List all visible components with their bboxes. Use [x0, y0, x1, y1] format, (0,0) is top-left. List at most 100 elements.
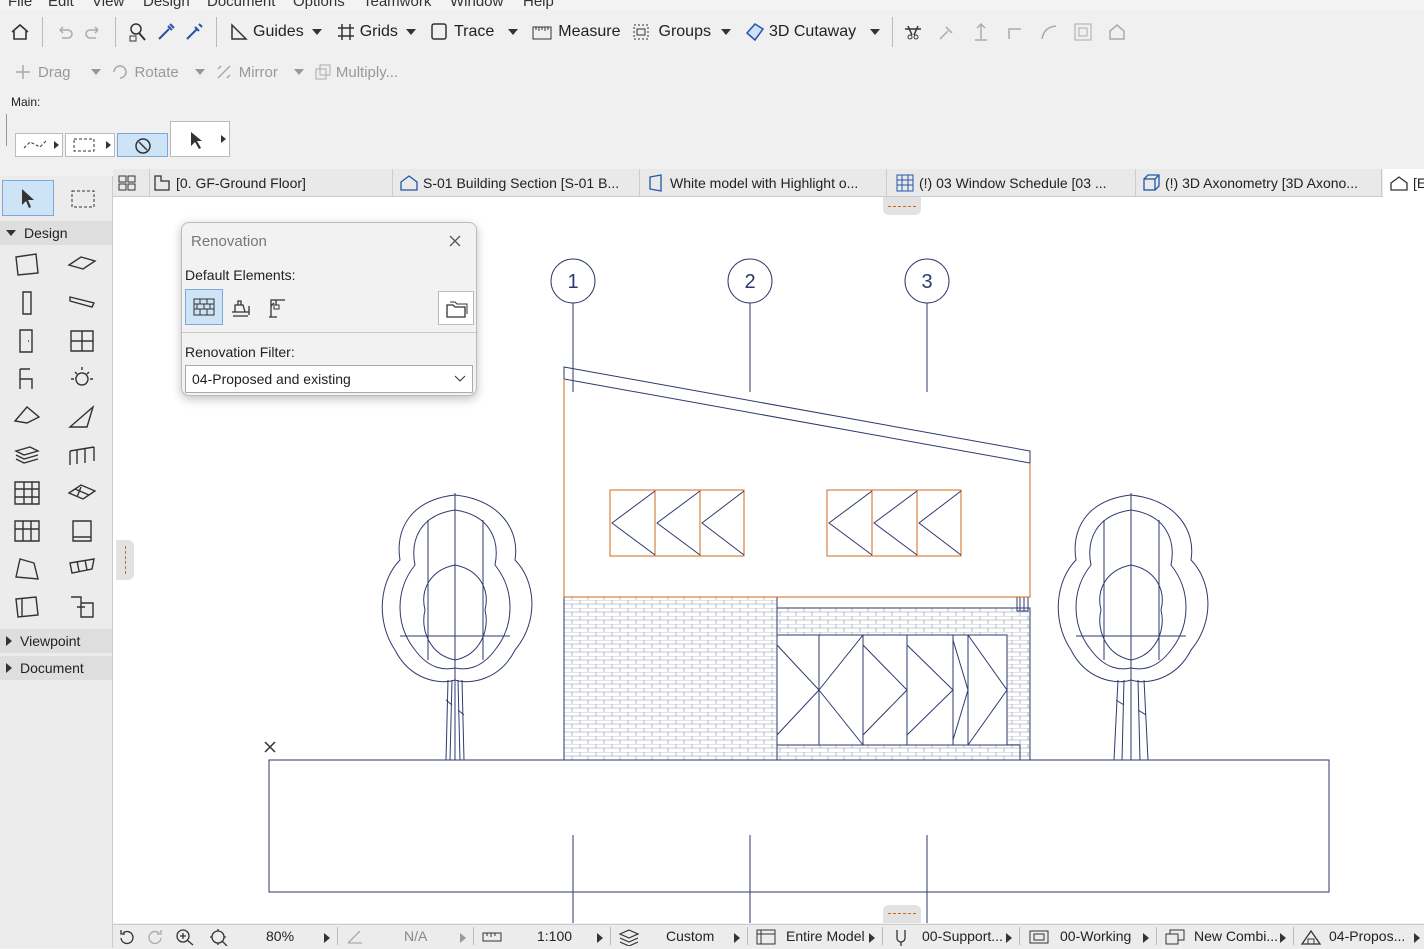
graphic-override-value[interactable]: New Combi... — [1194, 928, 1278, 944]
undo-icon[interactable] — [51, 18, 79, 46]
label-tool[interactable] — [64, 591, 100, 623]
close-icon[interactable] — [447, 233, 463, 249]
angle-arrow-icon[interactable] — [460, 933, 466, 943]
renovation-filter-select[interactable]: 04-Proposed and existing — [185, 365, 473, 393]
door-tool[interactable] — [9, 325, 45, 357]
railing-tool[interactable] — [64, 439, 100, 471]
brick-wall-left[interactable] — [563, 596, 778, 761]
cutaway-label[interactable]: 3D Cutaway — [769, 23, 856, 41]
measure-icon[interactable] — [528, 18, 556, 46]
curtain-wall-tool[interactable] — [9, 477, 45, 509]
side-split-handle[interactable] — [116, 540, 134, 580]
design-section-header[interactable]: Design — [0, 221, 112, 245]
measure-label[interactable]: Measure — [558, 23, 620, 41]
cutaway-dropdown-icon[interactable] — [870, 29, 881, 35]
fillet-icon[interactable] — [1001, 18, 1029, 46]
bottom-split-handle[interactable] — [883, 905, 921, 923]
menu-help[interactable]: Help — [523, 0, 554, 10]
shell-tool[interactable] — [64, 401, 100, 433]
fit-zoom-icon[interactable] — [209, 928, 229, 946]
rotate-dropdown-icon[interactable] — [194, 69, 205, 75]
resize-icon[interactable] — [1069, 18, 1097, 46]
grids-dropdown-icon[interactable] — [405, 29, 416, 35]
roof-slab[interactable] — [563, 366, 1031, 464]
redo-zoom-icon[interactable] — [145, 928, 165, 946]
top-split-handle[interactable] — [883, 197, 921, 215]
multiply-icon[interactable] — [314, 63, 332, 81]
renovation-filter-icon[interactable] — [1300, 928, 1322, 946]
tab-ground-floor[interactable]: [0. GF-Ground Floor] — [146, 169, 393, 196]
guides-dropdown-icon[interactable] — [311, 29, 322, 35]
selection-method-button[interactable] — [15, 133, 63, 157]
stair-tool[interactable] — [9, 439, 45, 471]
morph-tool[interactable] — [9, 553, 45, 585]
groups-dropdown-icon[interactable] — [720, 29, 731, 35]
marquee-tool[interactable] — [60, 184, 106, 214]
menu-options[interactable]: Options — [293, 0, 345, 10]
home-icon[interactable] — [6, 18, 34, 46]
rotate-icon[interactable] — [111, 63, 129, 81]
renovation-arrow-icon[interactable] — [1414, 933, 1420, 943]
adjust-icon[interactable] — [933, 18, 961, 46]
tree-left[interactable] — [381, 493, 533, 761]
pen-set-icon[interactable] — [892, 928, 910, 946]
zoom-value[interactable]: 80% — [266, 928, 294, 944]
renovation-outline[interactable] — [563, 379, 1031, 598]
trace-dropdown-icon[interactable] — [508, 29, 519, 35]
skylight-tool[interactable] — [64, 515, 100, 547]
mirror-dropdown-icon[interactable] — [293, 69, 304, 75]
mirror-label[interactable]: Mirror — [239, 64, 278, 81]
lamp-tool[interactable] — [64, 363, 100, 395]
roof-icon[interactable] — [1103, 18, 1131, 46]
drag-label[interactable]: Drag — [38, 64, 71, 81]
guides-icon[interactable] — [225, 18, 253, 46]
glazed-doors[interactable] — [776, 634, 1021, 761]
object-tool[interactable] — [9, 363, 45, 395]
viewpoint-section-header[interactable]: Viewpoint — [0, 629, 112, 653]
curve-icon[interactable] — [1035, 18, 1063, 46]
model-view-icon[interactable] — [755, 928, 777, 946]
slab-tool[interactable] — [64, 249, 100, 281]
dimension-value[interactable]: 00-Working — [1060, 928, 1131, 944]
groups-label[interactable]: Groups — [659, 23, 711, 41]
menu-design[interactable]: Design — [143, 0, 190, 10]
tab-active-elevation[interactable]: [E — [1383, 169, 1424, 197]
tab-overview[interactable] — [113, 169, 150, 196]
menu-document[interactable]: Document — [207, 0, 275, 10]
cutaway-icon[interactable] — [741, 18, 769, 46]
scale-icon[interactable] — [481, 928, 503, 946]
trace-icon[interactable] — [426, 18, 454, 46]
curtain-frame-tool[interactable] — [64, 553, 100, 585]
tab-window-schedule[interactable]: (!) 03 Window Schedule [03 ... — [889, 169, 1136, 196]
document-section-header[interactable]: Document — [0, 656, 112, 680]
menu-edit[interactable]: Edit — [48, 0, 74, 10]
tab-3d-axonometry[interactable]: (!) 3D Axonometry [3D Axono... — [1135, 169, 1382, 196]
split-icon[interactable] — [899, 18, 927, 46]
model-view-value[interactable]: Entire Model — [786, 928, 865, 944]
arrow-mode-button[interactable] — [170, 121, 230, 157]
zone-tool[interactable] — [9, 515, 45, 547]
rotate-label[interactable]: Rotate — [135, 64, 179, 81]
menu-teamwork[interactable]: Teamwork — [363, 0, 431, 10]
new-elements-button[interactable] — [262, 293, 292, 323]
tree-right[interactable] — [1057, 493, 1209, 761]
existing-elements-button[interactable] — [185, 289, 223, 325]
find-select-icon[interactable] — [124, 18, 152, 46]
demolish-elements-button[interactable] — [226, 293, 256, 323]
arrow-tool[interactable] — [2, 180, 54, 216]
model-view-arrow-icon[interactable] — [869, 933, 875, 943]
multiply-label[interactable]: Multiply... — [336, 64, 398, 81]
layer-arrow-icon[interactable] — [734, 933, 740, 943]
tab-white-model[interactable]: White model with Highlight o... — [640, 169, 887, 196]
layer-combination[interactable]: Custom — [666, 928, 714, 944]
groups-icon[interactable] — [627, 18, 655, 46]
zoom-in-icon[interactable] — [175, 928, 195, 946]
syringe-icon[interactable] — [180, 18, 208, 46]
dimension-icon[interactable] — [1028, 928, 1050, 946]
layers-icon[interactable] — [618, 928, 640, 946]
graphic-override-arrow-icon[interactable] — [1280, 933, 1286, 943]
menu-view[interactable]: View — [92, 0, 124, 10]
drag-dropdown-icon[interactable] — [90, 69, 101, 75]
roof-tool[interactable] — [9, 401, 45, 433]
angle-icon[interactable] — [345, 928, 365, 946]
